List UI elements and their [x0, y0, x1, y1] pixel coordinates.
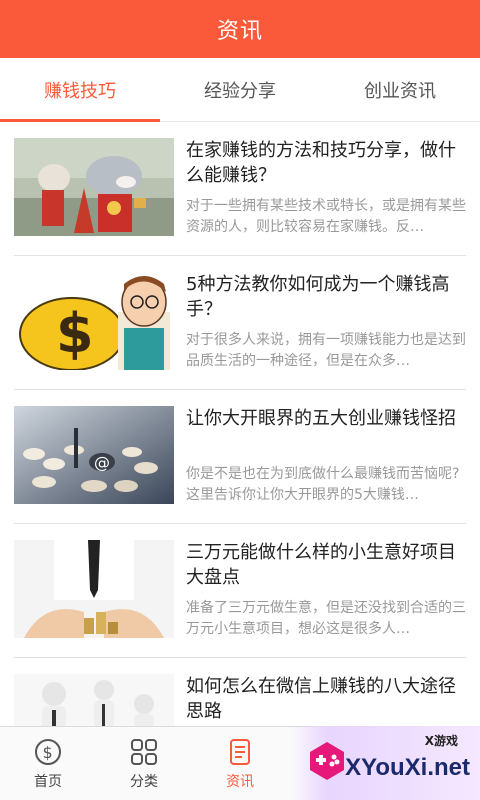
tab-label: 赚钱技巧 — [44, 80, 116, 102]
grid-icon — [129, 737, 159, 767]
dollar-circle-icon: $ — [33, 737, 63, 767]
tab-startup-news[interactable]: 创业资讯 — [320, 58, 480, 121]
nav-label: 资讯 — [226, 773, 254, 790]
svg-text:$: $ — [56, 302, 94, 365]
svg-text:$: $ — [43, 743, 53, 762]
mascot-wolf-costume-image — [14, 138, 174, 236]
article-summary: 准备了三万元做生意，但是还没找到合适的三万元小生意项目，想必这是很多人… — [186, 600, 466, 637]
coins-at-sign-image: @ — [14, 406, 174, 504]
document-icon — [225, 737, 255, 767]
list-item[interactable]: 在家赚钱的方法和技巧分享，做什么能赚钱？ 对于一些拥有某些技术或特长，或是拥有某… — [14, 122, 466, 256]
business-figures-image — [14, 674, 174, 726]
nav-label: 分类 — [130, 773, 158, 790]
tab-money-tips[interactable]: 赚钱技巧 — [0, 58, 160, 122]
article-thumbnail — [14, 540, 174, 638]
article-summary: 对于很多人来说，拥有一项赚钱能力也是达到品质生活的一种途径，但是在众多… — [186, 332, 466, 369]
cartoon-man-money-bag-image: $ — [14, 272, 174, 370]
article-thumbnail — [14, 138, 174, 236]
tab-label: 经验分享 — [204, 80, 276, 102]
watermark-site-text: XYouXi.net — [345, 754, 470, 781]
nav-home[interactable]: $ 首页 — [0, 727, 96, 800]
tab-experience-share[interactable]: 经验分享 — [160, 58, 320, 121]
page-title: 资讯 — [216, 19, 263, 44]
app-screen: 资讯 赚钱技巧 经验分享 创业资讯 在家赚钱的方法和技巧分享，做什么能赚钱？ 对… — [0, 0, 480, 800]
tab-bar: 赚钱技巧 经验分享 创业资讯 — [0, 58, 480, 122]
article-thumbnail — [14, 674, 174, 726]
article-thumbnail: $ — [14, 272, 174, 370]
header-bar: 资讯 — [0, 0, 480, 58]
article-title: 5种方法教你如何成为一个赚钱高手？ — [186, 274, 450, 320]
article-summary: 你是不是也在为到底做什么最赚钱而苦恼呢?这里告诉你让你大开眼界的5大赚钱… — [186, 466, 460, 503]
hands-coin-stack-image — [14, 540, 174, 638]
list-item[interactable]: 如何怎么在微信上赚钱的八大途径思路 — [14, 658, 466, 726]
gamepad-logo-icon — [304, 738, 350, 788]
list-item[interactable]: @ 让你大开眼界的五大创业赚钱怪招 你是不是也在为到底做什么最赚钱而苦恼呢?这里… — [14, 390, 466, 524]
site-watermark: X游戏 XYouXi.net — [290, 726, 480, 800]
article-title: 在家赚钱的方法和技巧分享，做什么能赚钱？ — [186, 140, 456, 186]
watermark-small-text: X游戏 — [424, 734, 458, 748]
article-title: 如何怎么在微信上赚钱的八大途径思路 — [186, 676, 456, 722]
nav-category[interactable]: 分类 — [96, 727, 192, 800]
list-item[interactable]: 三万元能做什么样的小生意好项目大盘点 准备了三万元做生意，但是还没找到合适的三万… — [14, 524, 466, 658]
article-summary: 对于一些拥有某些技术或特长，或是拥有某些资源的人，则比较容易在家赚钱。反… — [186, 198, 466, 235]
tab-label: 创业资讯 — [364, 80, 436, 102]
svg-text:@: @ — [94, 453, 110, 472]
nav-news[interactable]: 资讯 — [192, 727, 288, 800]
article-list[interactable]: 在家赚钱的方法和技巧分享，做什么能赚钱？ 对于一些拥有某些技术或特长，或是拥有某… — [0, 122, 480, 726]
list-item[interactable]: $ 5种方法教你如何成为一个赚钱高手？ 对于很多人来说，拥有一项赚钱能力也是达到… — [14, 256, 466, 390]
nav-label: 首页 — [34, 773, 62, 790]
article-title: 让你大开眼界的五大创业赚钱怪招 — [186, 408, 456, 429]
article-thumbnail: @ — [14, 406, 174, 504]
article-title: 三万元能做什么样的小生意好项目大盘点 — [186, 542, 456, 588]
